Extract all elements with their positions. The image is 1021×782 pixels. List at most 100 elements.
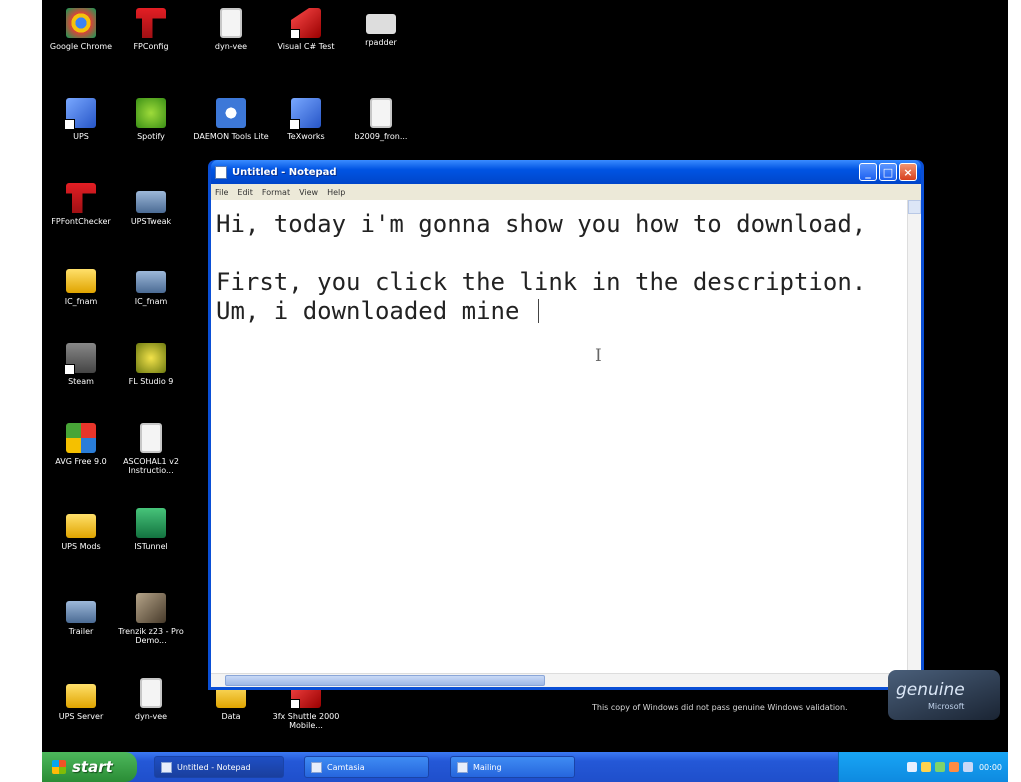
genuine-badge-title: genuine [896,680,965,700]
notepad-icon [161,761,172,773]
ibeam-cursor-icon: I [595,346,602,366]
avg-icon [66,423,96,453]
photo-icon [136,593,166,623]
desktop-icon[interactable]: ASCOHAL1 v2 Instructio... [112,423,190,475]
close-button[interactable]: × [899,163,917,181]
horizontal-scroll-thumb[interactable] [225,675,545,686]
desktop-icon[interactable]: AVG Free 9.0 [42,423,120,466]
desktop-icon[interactable]: FL Studio 9 [112,343,190,386]
desktop-icon[interactable]: UPS Mods [42,508,120,551]
spotify-icon [136,98,166,128]
taskbar: start Untitled - Notepad Camtasia Mailin… [42,752,1008,782]
app-icon [64,98,96,130]
taskbar-item-label: Untitled - Notepad [177,762,251,772]
mailing-icon [457,761,468,773]
folder-icon [66,684,96,708]
network-icon[interactable] [906,762,917,772]
taskbar-item-mailing[interactable]: Mailing [450,756,575,778]
desktop-icon[interactable]: Google Chrome [42,8,120,51]
document-icon [140,678,162,708]
horizontal-scrollbar[interactable] [211,673,907,687]
update-icon[interactable] [948,762,959,772]
editor-text[interactable]: Hi, today i'm gonna show you how to down… [211,200,907,673]
menu-file[interactable]: File [215,188,228,197]
desktop-icon[interactable]: FPConfig [112,8,190,51]
text-caret [537,299,539,323]
desktop-icon[interactable]: FPFontChecker [42,183,120,226]
minimize-button[interactable]: _ [859,163,877,181]
monitor-icon [66,601,96,623]
desktop-icon[interactable]: dyn-vee [112,678,190,721]
maximize-button[interactable]: □ [879,163,897,181]
taskbar-item-notepad[interactable]: Untitled - Notepad [154,756,284,778]
scroll-up-button[interactable] [908,200,921,214]
vertical-scrollbar[interactable] [907,200,921,673]
desktop-icon[interactable]: dyn-vee [192,8,270,51]
menu-edit[interactable]: Edit [237,188,253,197]
desktop-icon[interactable]: Spotify [112,98,190,141]
desktop-icon-label: IC_fnam [64,297,98,306]
app-icon [289,98,321,130]
start-button[interactable]: start [42,752,137,782]
desktop-icon[interactable]: UPS Server [42,678,120,721]
volume-icon[interactable] [934,762,945,772]
desktop-icon-label: UPS Mods [61,542,101,551]
genuine-badge-brand: Microsoft [928,702,965,711]
text-line-3: First, you click the link in the descrip… [216,268,867,296]
desktop-icon-label: Data [221,712,241,721]
desktop-icon-label: Trailer [68,627,94,636]
fp-icon [136,8,166,38]
desktop-icon[interactable]: Trenzik z23 - Pro Demo... [112,593,190,645]
desktop-icon[interactable]: DAEMON Tools Lite [192,98,270,141]
desktop-icon[interactable]: Visual C# Test [267,8,345,51]
desktop-icon[interactable]: b2009_fron... [342,98,420,141]
gamepad-icon [366,14,396,34]
title-bar[interactable]: Untitled - Notepad _ □ × [211,160,921,184]
desktop-icon[interactable]: TeXworks [267,98,345,141]
desktop-icon[interactable]: IC_fnam [112,263,190,306]
notepad-icon [215,165,227,179]
steam-icon [64,343,96,375]
taskbar-item-camtasia[interactable]: Camtasia [304,756,429,778]
desktop-icon-label: ISTunnel [134,542,168,551]
monitor-icon [136,271,166,293]
menu-format[interactable]: Format [262,188,290,197]
desktop-icon-label: FPFontChecker [51,217,111,226]
fl-studio-icon [136,343,166,373]
text-line-2 [216,239,907,268]
desktop-icon-label: Google Chrome [49,42,113,51]
document-icon [140,423,162,453]
desktop-icon-label: Spotify [137,132,165,141]
start-label: start [72,758,113,776]
menu-help[interactable]: Help [327,188,345,197]
text-line-4-content: Um, i downloaded mine [216,297,534,325]
desktop-icon-label: AVG Free 9.0 [55,457,107,466]
desktop-icon[interactable]: rpadder [342,8,420,47]
notepad-window: Untitled - Notepad _ □ × File Edit Forma… [208,160,924,690]
desktop-icon[interactable]: Steam [42,343,120,386]
desktop-icon[interactable]: ISTunnel [112,508,190,551]
desktop-icon-label: b2009_fron... [354,132,408,141]
display-icon[interactable] [962,762,973,772]
desktop-icon[interactable]: Trailer [42,593,120,636]
taskbar-item-label: Mailing [473,762,502,772]
desktop-icon[interactable]: UPS [42,98,120,141]
text-line-1: Hi, today i'm gonna show you how to down… [216,210,867,238]
desktop-icon-label: DAEMON Tools Lite [193,132,269,141]
desktop-icon-label: Steam [68,377,94,386]
text-area[interactable]: Hi, today i'm gonna show you how to down… [211,200,921,687]
windows-flag-icon [52,760,66,774]
menu-view[interactable]: View [299,188,318,197]
recycle-icon [136,508,166,538]
text-line-4: Um, i downloaded mine [216,297,907,326]
desktop-icon[interactable]: UPSTweak [112,183,190,226]
desktop-icon-label: Visual C# Test [277,42,335,51]
genuine-badge: genuine Microsoft [888,670,1000,720]
desktop-icon[interactable]: IC_fnam [42,263,120,306]
desktop-icon-label: TeXworks [287,132,325,141]
folder-icon [66,514,96,538]
desktop-icon-label: 3fx Shuttle 2000 Mobile... [272,712,340,730]
security-icon[interactable] [920,762,931,772]
system-tray: 00:00 [838,752,1008,782]
document-icon [370,98,392,128]
